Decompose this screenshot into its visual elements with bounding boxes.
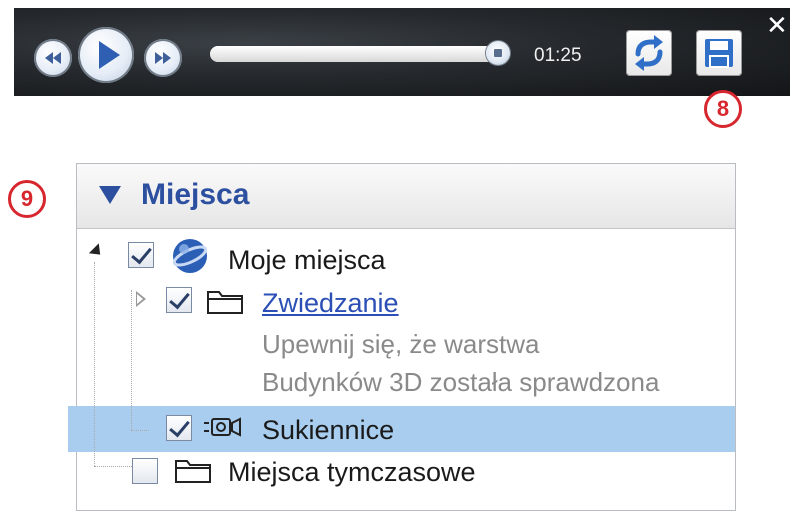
save-tour-button[interactable] xyxy=(696,30,742,76)
tree-guide-line xyxy=(131,290,132,430)
elapsed-time: 01:25 xyxy=(534,45,582,66)
repeat-icon xyxy=(635,35,663,71)
callout-9: 9 xyxy=(8,180,46,218)
tree-item-miejsca-tymczasowe[interactable]: Miejsca tymczasowe xyxy=(228,456,476,488)
repeat-button[interactable] xyxy=(626,30,672,76)
checkbox-miejsca-tymczasowe[interactable] xyxy=(132,458,158,484)
rewind-button[interactable] xyxy=(34,39,72,77)
tour-progress-slider[interactable] xyxy=(210,41,510,65)
tree-guide-line xyxy=(94,466,134,467)
slider-knob[interactable] xyxy=(486,41,510,65)
tree-item-moje-miejsca[interactable]: Moje miejsca xyxy=(228,244,386,276)
places-panel-title: Miejsca xyxy=(141,178,250,211)
close-icon[interactable]: ✕ xyxy=(766,12,788,38)
tree-item-sukiennice[interactable]: Sukiennice xyxy=(262,414,394,446)
checkbox-sukiennice[interactable] xyxy=(166,415,192,441)
play-button[interactable] xyxy=(78,27,134,83)
tree-item-zwiedzanie-link[interactable]: Zwiedzanie xyxy=(262,287,399,319)
play-icon xyxy=(99,41,120,69)
places-panel-header[interactable]: Miejsca xyxy=(77,164,735,229)
expand-closed-icon[interactable] xyxy=(136,291,146,307)
tour-player-bar: 01:25 ✕ xyxy=(14,8,790,96)
tree-guide-line xyxy=(94,262,95,466)
checkbox-zwiedzanie[interactable] xyxy=(166,287,192,313)
folder-icon xyxy=(175,460,211,483)
fast-forward-button[interactable] xyxy=(144,39,182,77)
zwiedzanie-description-line-2: Budynków 3D została sprawdzona xyxy=(262,367,660,397)
fast-forward-icon xyxy=(155,52,171,64)
tree-guide-line xyxy=(131,430,149,431)
rewind-icon xyxy=(45,52,61,64)
progress-fill xyxy=(210,46,510,62)
tour-icon xyxy=(204,417,241,437)
folder-icon xyxy=(207,291,243,314)
earth-icon xyxy=(172,239,208,273)
zwiedzanie-description-line-1: Upewnij się, że warstwa xyxy=(262,329,540,359)
checkbox-moje-miejsca[interactable] xyxy=(128,242,154,268)
save-icon xyxy=(705,39,733,68)
collapse-triangle-icon[interactable] xyxy=(99,186,121,204)
callout-8: 8 xyxy=(704,90,742,128)
